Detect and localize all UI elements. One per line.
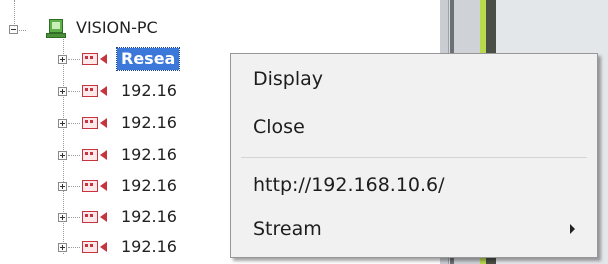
- tree-connector-horizontal: [68, 155, 80, 156]
- menu-item-display[interactable]: Display: [231, 60, 597, 98]
- collapse-icon[interactable]: [9, 25, 18, 34]
- camera-icon: [82, 116, 108, 130]
- tree-node-label: 192.16: [121, 81, 177, 100]
- expand-icon[interactable]: [58, 182, 67, 191]
- tree-connector-horizontal: [68, 59, 80, 60]
- menu-item-label: Display: [253, 68, 324, 90]
- menu-item-label: http://192.168.10.6/: [253, 174, 445, 196]
- context-menu: Display Close http://192.168.10.6/ Strea…: [230, 53, 598, 258]
- computer-icon: [44, 18, 68, 40]
- tree-node-label: Resea: [115, 47, 181, 71]
- tree-node-label: 192.16: [121, 207, 177, 226]
- camera-icon: [82, 84, 108, 98]
- expand-icon[interactable]: [58, 213, 67, 222]
- menu-separator: [241, 157, 587, 158]
- tree-connector-horizontal: [68, 247, 80, 248]
- expand-icon[interactable]: [58, 243, 67, 252]
- menu-item-stream[interactable]: Stream: [231, 210, 597, 248]
- camera-icon: [82, 210, 108, 224]
- tree-node-label: 192.16: [121, 176, 177, 195]
- camera-icon: [82, 148, 108, 162]
- menu-item-label: Stream: [253, 218, 322, 240]
- tree-node-label: 192.16: [121, 237, 177, 256]
- menu-item-close[interactable]: Close: [231, 108, 597, 146]
- tree-connector-horizontal: [68, 91, 80, 92]
- tree-node-label: 192.16: [121, 145, 177, 164]
- tree-connector-horizontal: [68, 217, 80, 218]
- expand-icon[interactable]: [58, 55, 67, 64]
- tree-connector-horizontal: [68, 123, 80, 124]
- expand-icon[interactable]: [58, 87, 67, 96]
- tree-connector-vertical: [14, 0, 15, 24]
- tree-node-label: VISION-PC: [76, 18, 158, 37]
- menu-item-url[interactable]: http://192.168.10.6/: [231, 166, 597, 204]
- tree-node-label: 192.16: [121, 113, 177, 132]
- camera-icon: [82, 179, 108, 193]
- tree-connector-horizontal: [68, 186, 80, 187]
- expand-icon[interactable]: [58, 151, 67, 160]
- submenu-arrow-icon: [570, 224, 575, 234]
- camera-icon: [82, 52, 108, 66]
- menu-item-label: Close: [253, 116, 305, 138]
- expand-icon[interactable]: [58, 119, 67, 128]
- camera-icon: [82, 240, 108, 254]
